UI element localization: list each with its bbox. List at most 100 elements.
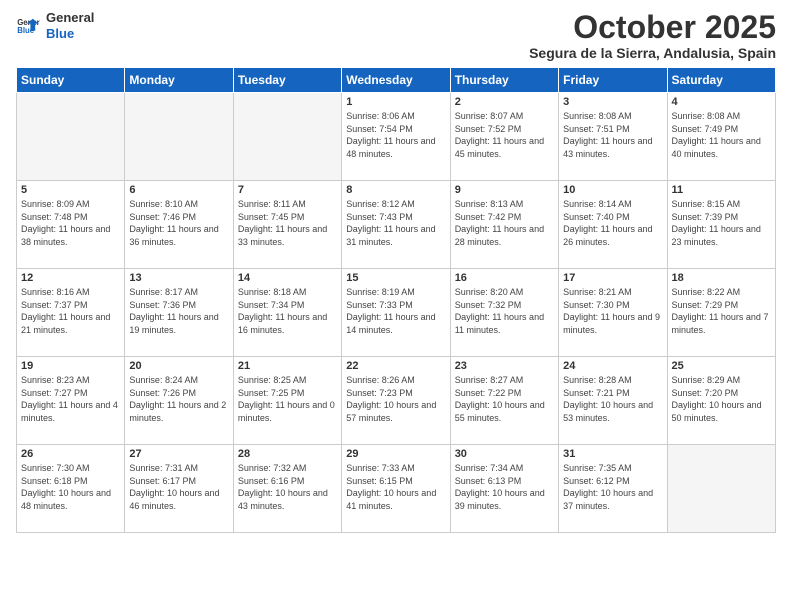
day-info: Sunrise: 7:33 AM Sunset: 6:15 PM Dayligh… xyxy=(346,462,445,512)
day-info: Sunrise: 8:23 AM Sunset: 7:27 PM Dayligh… xyxy=(21,374,120,424)
header-wednesday: Wednesday xyxy=(342,68,450,93)
calendar-cell: 19Sunrise: 8:23 AM Sunset: 7:27 PM Dayli… xyxy=(17,357,125,445)
day-number: 25 xyxy=(672,360,771,372)
calendar-cell: 25 Sunrise: 8:29 AM Sunset: 7:20 PM Dayli… xyxy=(667,357,775,445)
day-number: 18 xyxy=(672,272,771,284)
day-info: Sunrise: 7:30 AM Sunset: 6:18 PM Dayligh… xyxy=(21,462,120,512)
calendar-cell: 17 Sunrise: 8:21 AM Sunset: 7:30 PM Dayli… xyxy=(559,269,667,357)
day-number: 23 xyxy=(455,360,554,372)
calendar-week-4: 19Sunrise: 8:23 AM Sunset: 7:27 PM Dayli… xyxy=(17,357,776,445)
calendar-cell: 18 Sunrise: 8:22 AM Sunset: 7:29 PM Dayli… xyxy=(667,269,775,357)
day-info: Sunrise: 8:08 AM Sunset: 7:49 PM Dayligh… xyxy=(672,110,771,160)
day-info: Sunrise: 8:26 AM Sunset: 7:23 PM Dayligh… xyxy=(346,374,445,424)
calendar-cell: 12 Sunrise: 8:16 AM Sunset: 7:37 PM Dayli… xyxy=(17,269,125,357)
day-number: 5 xyxy=(21,184,120,196)
day-number: 8 xyxy=(346,184,445,196)
calendar-cell: 30Sunrise: 7:34 AM Sunset: 6:13 PM Dayli… xyxy=(450,445,558,533)
header: General Blue General Blue October 2025 S… xyxy=(16,10,776,61)
header-thursday: Thursday xyxy=(450,68,558,93)
calendar-cell: 6 Sunrise: 8:10 AM Sunset: 7:46 PM Daylig… xyxy=(125,181,233,269)
day-info: Sunrise: 8:10 AM Sunset: 7:46 PM Dayligh… xyxy=(129,198,228,248)
calendar-week-3: 12 Sunrise: 8:16 AM Sunset: 7:37 PM Dayli… xyxy=(17,269,776,357)
logo-icon: General Blue xyxy=(16,14,40,38)
day-info: Sunrise: 7:31 AM Sunset: 6:17 PM Dayligh… xyxy=(129,462,228,512)
header-friday: Friday xyxy=(559,68,667,93)
day-number: 11 xyxy=(672,184,771,196)
day-number: 3 xyxy=(563,96,662,108)
calendar-cell: 11Sunrise: 8:15 AM Sunset: 7:39 PM Dayli… xyxy=(667,181,775,269)
calendar-cell: 23 Sunrise: 8:27 AM Sunset: 7:22 PM Dayli… xyxy=(450,357,558,445)
calendar-cell: 31 Sunrise: 7:35 AM Sunset: 6:12 PM Dayli… xyxy=(559,445,667,533)
day-info: Sunrise: 8:06 AM Sunset: 7:54 PM Dayligh… xyxy=(346,110,445,160)
subtitle: Segura de la Sierra, Andalusia, Spain xyxy=(529,45,776,61)
day-info: Sunrise: 8:13 AM Sunset: 7:42 PM Dayligh… xyxy=(455,198,554,248)
day-info: Sunrise: 8:22 AM Sunset: 7:29 PM Dayligh… xyxy=(672,286,771,336)
day-info: Sunrise: 8:07 AM Sunset: 7:52 PM Dayligh… xyxy=(455,110,554,160)
calendar-week-5: 26Sunrise: 7:30 AM Sunset: 6:18 PM Dayli… xyxy=(17,445,776,533)
calendar-cell: 2Sunrise: 8:07 AM Sunset: 7:52 PM Daylig… xyxy=(450,93,558,181)
day-number: 28 xyxy=(238,448,337,460)
day-info: Sunrise: 8:27 AM Sunset: 7:22 PM Dayligh… xyxy=(455,374,554,424)
page: General Blue General Blue October 2025 S… xyxy=(0,0,792,612)
day-info: Sunrise: 8:28 AM Sunset: 7:21 PM Dayligh… xyxy=(563,374,662,424)
day-info: Sunrise: 8:21 AM Sunset: 7:30 PM Dayligh… xyxy=(563,286,662,336)
calendar-cell: 10 Sunrise: 8:14 AM Sunset: 7:40 PM Dayli… xyxy=(559,181,667,269)
calendar-cell: 7 Sunrise: 8:11 AM Sunset: 7:45 PM Daylig… xyxy=(233,181,341,269)
day-number: 6 xyxy=(129,184,228,196)
calendar-cell: 14 Sunrise: 8:18 AM Sunset: 7:34 PM Dayli… xyxy=(233,269,341,357)
calendar-cell: 5 Sunrise: 8:09 AM Sunset: 7:48 PM Daylig… xyxy=(17,181,125,269)
calendar-cell: 9Sunrise: 8:13 AM Sunset: 7:42 PM Daylig… xyxy=(450,181,558,269)
calendar-cell: 8Sunrise: 8:12 AM Sunset: 7:43 PM Daylig… xyxy=(342,181,450,269)
day-info: Sunrise: 8:08 AM Sunset: 7:51 PM Dayligh… xyxy=(563,110,662,160)
header-tuesday: Tuesday xyxy=(233,68,341,93)
calendar-cell xyxy=(125,93,233,181)
day-number: 7 xyxy=(238,184,337,196)
day-number: 17 xyxy=(563,272,662,284)
day-number: 16 xyxy=(455,272,554,284)
calendar-cell xyxy=(667,445,775,533)
calendar-header-row: Sunday Monday Tuesday Wednesday Thursday… xyxy=(17,68,776,93)
calendar-cell: 3 Sunrise: 8:08 AM Sunset: 7:51 PM Daylig… xyxy=(559,93,667,181)
day-number: 24 xyxy=(563,360,662,372)
day-info: Sunrise: 8:14 AM Sunset: 7:40 PM Dayligh… xyxy=(563,198,662,248)
calendar-week-2: 5 Sunrise: 8:09 AM Sunset: 7:48 PM Daylig… xyxy=(17,181,776,269)
day-number: 31 xyxy=(563,448,662,460)
day-info: Sunrise: 8:09 AM Sunset: 7:48 PM Dayligh… xyxy=(21,198,120,248)
calendar-cell: 1 Sunrise: 8:06 AM Sunset: 7:54 PM Daylig… xyxy=(342,93,450,181)
calendar-cell: 24 Sunrise: 8:28 AM Sunset: 7:21 PM Dayli… xyxy=(559,357,667,445)
calendar-cell: 29 Sunrise: 7:33 AM Sunset: 6:15 PM Dayli… xyxy=(342,445,450,533)
day-number: 27 xyxy=(129,448,228,460)
day-number: 12 xyxy=(21,272,120,284)
calendar-cell: 4 Sunrise: 8:08 AM Sunset: 7:49 PM Daylig… xyxy=(667,93,775,181)
day-number: 13 xyxy=(129,272,228,284)
day-number: 20 xyxy=(129,360,228,372)
day-info: Sunrise: 7:35 AM Sunset: 6:12 PM Dayligh… xyxy=(563,462,662,512)
day-info: Sunrise: 8:17 AM Sunset: 7:36 PM Dayligh… xyxy=(129,286,228,336)
logo-line1: General xyxy=(46,10,94,26)
day-number: 10 xyxy=(563,184,662,196)
day-info: Sunrise: 8:25 AM Sunset: 7:25 PM Dayligh… xyxy=(238,374,337,424)
day-number: 29 xyxy=(346,448,445,460)
header-monday: Monday xyxy=(125,68,233,93)
month-title: October 2025 xyxy=(529,10,776,45)
day-info: Sunrise: 8:29 AM Sunset: 7:20 PM Dayligh… xyxy=(672,374,771,424)
day-number: 30 xyxy=(455,448,554,460)
day-number: 22 xyxy=(346,360,445,372)
day-number: 1 xyxy=(346,96,445,108)
calendar-cell: 15Sunrise: 8:19 AM Sunset: 7:33 PM Dayli… xyxy=(342,269,450,357)
calendar-table: Sunday Monday Tuesday Wednesday Thursday… xyxy=(16,67,776,533)
calendar-cell: 22 Sunrise: 8:26 AM Sunset: 7:23 PM Dayli… xyxy=(342,357,450,445)
day-number: 14 xyxy=(238,272,337,284)
day-info: Sunrise: 8:11 AM Sunset: 7:45 PM Dayligh… xyxy=(238,198,337,248)
day-info: Sunrise: 8:16 AM Sunset: 7:37 PM Dayligh… xyxy=(21,286,120,336)
day-info: Sunrise: 7:32 AM Sunset: 6:16 PM Dayligh… xyxy=(238,462,337,512)
calendar-cell: 21Sunrise: 8:25 AM Sunset: 7:25 PM Dayli… xyxy=(233,357,341,445)
calendar-cell: 16Sunrise: 8:20 AM Sunset: 7:32 PM Dayli… xyxy=(450,269,558,357)
calendar-cell: 26Sunrise: 7:30 AM Sunset: 6:18 PM Dayli… xyxy=(17,445,125,533)
calendar-cell xyxy=(233,93,341,181)
day-info: Sunrise: 8:19 AM Sunset: 7:33 PM Dayligh… xyxy=(346,286,445,336)
day-number: 4 xyxy=(672,96,771,108)
day-info: Sunrise: 8:18 AM Sunset: 7:34 PM Dayligh… xyxy=(238,286,337,336)
title-block: October 2025 Segura de la Sierra, Andalu… xyxy=(529,10,776,61)
calendar-cell: 28 Sunrise: 7:32 AM Sunset: 6:16 PM Dayli… xyxy=(233,445,341,533)
